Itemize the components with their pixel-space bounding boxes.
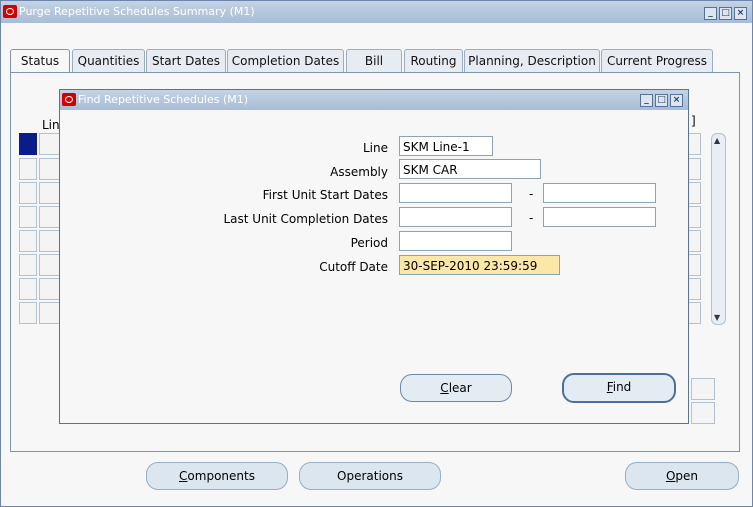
- cutoff-date-field[interactable]: 30-SEP-2010 23:59:59: [399, 255, 560, 275]
- column-header-line: Lin: [42, 118, 60, 132]
- tab-quantities[interactable]: Quantities: [72, 49, 145, 73]
- record-indicator[interactable]: [19, 158, 37, 180]
- cutoff-date-label: Cutoff Date: [319, 260, 388, 274]
- grid-cell[interactable]: [691, 402, 715, 424]
- maximize-icon[interactable]: □: [719, 7, 732, 20]
- find-dialog: Find Repetitive Schedules (M1) _ □ × Lin…: [59, 89, 689, 424]
- grid-cell[interactable]: [39, 278, 61, 300]
- first-unit-start-label: First Unit Start Dates: [262, 188, 388, 202]
- tab-planning-description[interactable]: Planning, Description: [464, 49, 600, 73]
- range-separator: -: [529, 211, 534, 225]
- column-bracket: ]: [691, 114, 696, 128]
- grid-cell[interactable]: [39, 254, 61, 276]
- grid-cell[interactable]: [39, 206, 61, 228]
- period-field[interactable]: [399, 231, 512, 251]
- find-button[interactable]: Find: [562, 373, 676, 403]
- line-label: Line: [362, 141, 388, 155]
- first-unit-start-from-field[interactable]: [399, 183, 512, 203]
- record-indicator[interactable]: [19, 230, 37, 252]
- vertical-scrollbar[interactable]: ▲ ▼: [711, 133, 726, 325]
- grid-cell[interactable]: [687, 182, 701, 204]
- close-icon[interactable]: ×: [734, 7, 747, 20]
- assembly-field[interactable]: SKM CAR: [399, 159, 541, 179]
- operations-button[interactable]: Operations: [299, 462, 441, 490]
- record-indicator[interactable]: [19, 302, 37, 324]
- oracle-logo-icon: [3, 5, 17, 18]
- period-label: Period: [350, 236, 388, 250]
- grid-cell[interactable]: [39, 182, 61, 204]
- assembly-label: Assembly: [330, 165, 388, 179]
- tab-start-dates[interactable]: Start Dates: [146, 49, 226, 73]
- grid-cell[interactable]: [39, 230, 61, 252]
- window-title: Purge Repetitive Schedules Summary (M1): [19, 5, 255, 18]
- oracle-logo-icon: [62, 93, 76, 106]
- close-icon[interactable]: ×: [670, 94, 683, 107]
- grid-cell[interactable]: [687, 133, 701, 155]
- tab-completion-dates[interactable]: Completion Dates: [227, 49, 344, 73]
- tab-current-progress[interactable]: Current Progress: [601, 49, 713, 73]
- tab-bill[interactable]: Bill: [346, 49, 402, 73]
- last-unit-completion-from-field[interactable]: [399, 207, 512, 227]
- line-field[interactable]: SKM Line-1: [399, 136, 493, 156]
- tab-status[interactable]: Status: [10, 49, 70, 74]
- record-indicator[interactable]: [19, 206, 37, 228]
- minimize-icon[interactable]: _: [704, 7, 717, 20]
- record-indicator[interactable]: [19, 278, 37, 300]
- scroll-up-icon[interactable]: ▲: [714, 136, 720, 145]
- grid-cell[interactable]: [687, 278, 701, 300]
- record-indicator-selected[interactable]: [19, 133, 37, 155]
- grid-cell[interactable]: [39, 158, 61, 180]
- clear-button[interactable]: Clear: [400, 374, 512, 402]
- grid-cell[interactable]: [687, 254, 701, 276]
- last-unit-completion-to-field[interactable]: [543, 207, 656, 227]
- dialog-titlebar[interactable]: Find Repetitive Schedules (M1) _ □ ×: [60, 90, 688, 110]
- range-separator: -: [529, 187, 534, 201]
- minimize-icon[interactable]: _: [640, 94, 653, 107]
- maximize-icon[interactable]: □: [655, 94, 668, 107]
- record-indicator[interactable]: [19, 254, 37, 276]
- tab-routing[interactable]: Routing: [404, 49, 463, 73]
- scroll-down-icon[interactable]: ▼: [714, 313, 720, 322]
- main-window: Purge Repetitive Schedules Summary (M1) …: [0, 0, 753, 507]
- record-indicator[interactable]: [19, 182, 37, 204]
- grid-cell[interactable]: [687, 302, 701, 324]
- last-unit-completion-label: Last Unit Completion Dates: [223, 212, 388, 226]
- grid-cell[interactable]: [687, 158, 701, 180]
- first-unit-start-to-field[interactable]: [543, 183, 656, 203]
- window-titlebar[interactable]: Purge Repetitive Schedules Summary (M1) …: [1, 1, 752, 23]
- grid-cell[interactable]: [39, 302, 61, 324]
- components-button[interactable]: Components: [146, 462, 288, 490]
- grid-cell[interactable]: [687, 230, 701, 252]
- grid-cell[interactable]: [39, 133, 61, 155]
- grid-cell[interactable]: [687, 206, 701, 228]
- dialog-title: Find Repetitive Schedules (M1): [78, 93, 249, 106]
- grid-cell[interactable]: [691, 378, 715, 400]
- open-button[interactable]: Open: [625, 462, 739, 490]
